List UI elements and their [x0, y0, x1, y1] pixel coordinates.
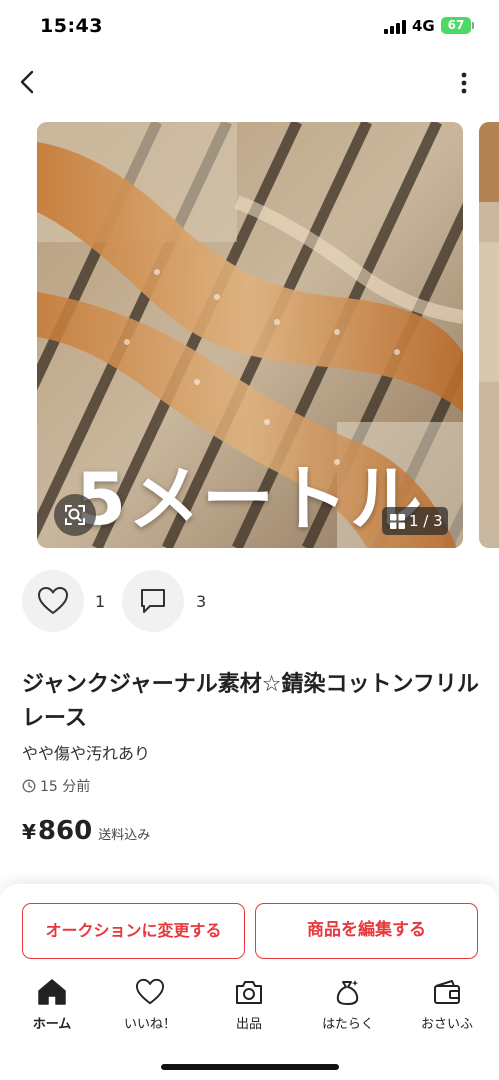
heart-icon [38, 587, 68, 614]
page-indicator-text: 1 / 3 [409, 512, 443, 530]
signal-icon [384, 20, 410, 34]
tab-wallet-label: おさいふ [420, 1017, 473, 1032]
battery-tip [472, 22, 474, 29]
item-condition: やや傷や汚れあり [22, 744, 151, 763]
more-vertical-icon [461, 72, 467, 94]
zoom-scan-icon [65, 505, 85, 525]
money-bag-icon [336, 980, 359, 1005]
tab-likes-label: いいね！ [123, 1017, 176, 1032]
more-options-button[interactable] [452, 68, 476, 98]
battery-icon: 67 [441, 17, 471, 34]
posted-time-text: 15 分前 [40, 779, 91, 795]
page-indicator: 1 / 3 [382, 507, 448, 535]
camera-icon [236, 981, 262, 1004]
price-row: ¥860 送料込み [22, 816, 150, 846]
comment-count: 3 [196, 592, 207, 611]
tab-sell-label: 出品 [235, 1017, 262, 1032]
tab-home-label: ホーム [32, 1017, 72, 1032]
home-indicator [161, 1064, 339, 1070]
tab-work-label: はたらく [322, 1017, 374, 1032]
status-time: 15:43 [40, 15, 103, 37]
next-photo-thumbnail [479, 122, 499, 548]
wallet-icon [434, 980, 460, 1004]
next-image-preview[interactable] [479, 122, 499, 548]
like-button[interactable] [22, 570, 84, 632]
tab-home[interactable]: ホーム [16, 978, 88, 1036]
posted-time: 15 分前 [22, 776, 90, 796]
like-count: 1 [95, 592, 106, 611]
heart-icon [136, 978, 164, 1005]
back-button[interactable] [14, 66, 44, 98]
comment-icon [141, 589, 165, 613]
home-icon [38, 979, 66, 1005]
clock-icon [22, 779, 36, 793]
tab-work[interactable]: はたらく [312, 978, 384, 1036]
status-bar: 15:43 4G 67 [0, 0, 499, 54]
shipping-note: 送料込み [98, 828, 151, 843]
comment-button[interactable] [122, 570, 184, 632]
grid-icon [390, 514, 405, 529]
edit-item-button[interactable]: 商品を編集する [255, 903, 478, 959]
change-to-auction-button[interactable]: オークションに変更する [22, 903, 245, 959]
product-image[interactable]: 5メートル 1 / 3 [37, 122, 463, 548]
tab-sell[interactable]: 出品 [213, 978, 285, 1036]
price-value: 860 [37, 816, 93, 846]
tab-likes[interactable]: いいね！ [114, 978, 186, 1036]
chevron-left-icon [20, 70, 34, 94]
tab-wallet[interactable]: おさいふ [411, 978, 483, 1036]
currency-symbol: ¥ [22, 820, 36, 844]
network-label: 4G [412, 17, 435, 35]
zoom-button[interactable] [54, 494, 96, 536]
product-title: ジャンクジャーナル素材☆錆染コットンフリルレース [22, 672, 479, 731]
